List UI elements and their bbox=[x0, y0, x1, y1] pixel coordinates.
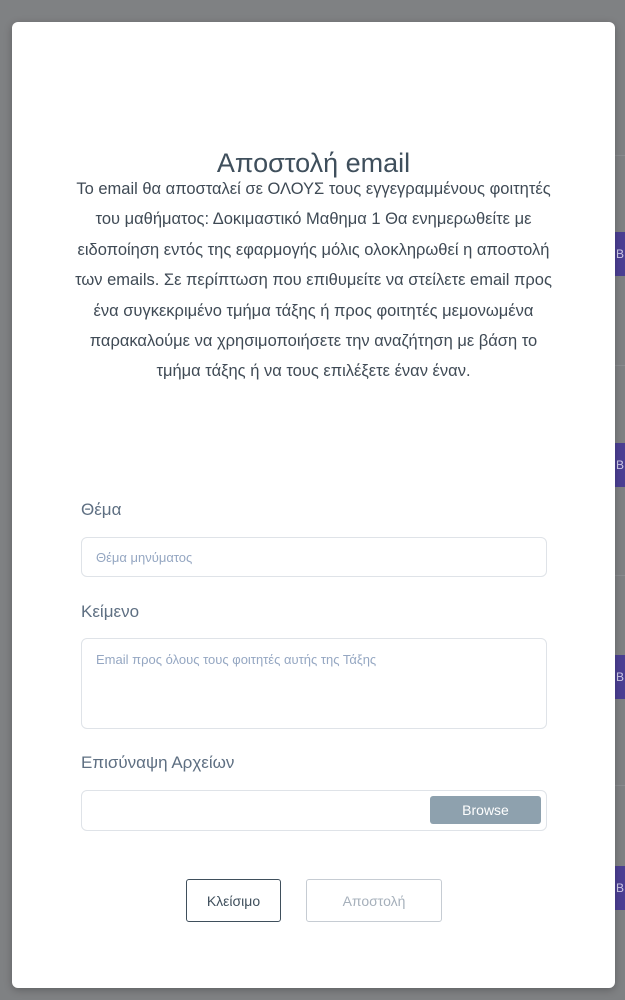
close-button[interactable]: Κλείσιμο bbox=[186, 879, 281, 922]
send-email-modal: Αποστολή email Το email θα αποσταλεί σε … bbox=[12, 22, 615, 988]
background-button: B bbox=[614, 655, 625, 699]
subject-input[interactable] bbox=[81, 537, 547, 577]
attachments-label: Επισύναψη Αρχείων bbox=[81, 753, 235, 772]
browse-button[interactable]: Browse bbox=[430, 796, 541, 824]
subject-label: Θέμα bbox=[81, 500, 122, 519]
file-upload-field[interactable]: Browse bbox=[81, 790, 547, 831]
send-button[interactable]: Αποστολή bbox=[306, 879, 442, 922]
body-label: Κείμενο bbox=[81, 602, 140, 621]
file-path-display[interactable] bbox=[82, 791, 428, 830]
background-button: B bbox=[614, 866, 625, 910]
modal-description: Το email θα αποσταλεί σε ΟΛΟΥΣ τους εγγε… bbox=[75, 180, 552, 381]
background-button: B bbox=[614, 232, 625, 276]
body-textarea[interactable] bbox=[81, 638, 547, 729]
background-button: B bbox=[614, 443, 625, 487]
